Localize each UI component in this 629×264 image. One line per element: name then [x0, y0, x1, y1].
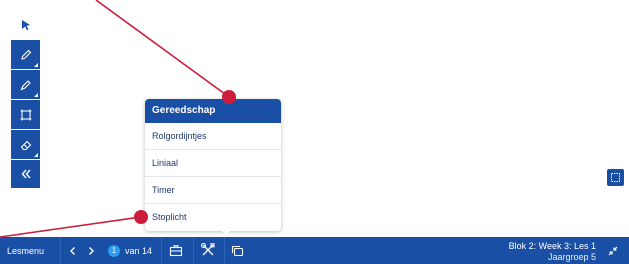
crop-tool-button[interactable] [11, 100, 40, 129]
windows-button[interactable] [230, 243, 245, 258]
windows-icon [231, 245, 244, 256]
eraser-icon [20, 140, 31, 150]
page-total: van 14 [125, 246, 153, 256]
pencil-icon [20, 49, 31, 60]
toolbox-icon [169, 244, 183, 256]
chevron-left-icon [70, 246, 75, 255]
chevron-right-icon [89, 246, 94, 255]
marker-tool-button[interactable] [11, 70, 40, 99]
toolbox-button[interactable] [168, 242, 184, 258]
group-label: Jaargroep 5 [547, 252, 596, 262]
menu-item-rolgordijntjes[interactable]: Rolgordijntjes [145, 123, 281, 150]
popup-pointer [220, 229, 232, 235]
next-page-button[interactable] [85, 244, 97, 257]
crop-frame-icon [20, 109, 31, 120]
collapse-arrows-icon [608, 246, 618, 256]
frame-select-icon [611, 173, 620, 182]
current-page-badge[interactable]: 1 [108, 245, 120, 257]
drawing-toolbar [11, 10, 40, 188]
tools-popup: Gereedschap Rolgordijntjes Liniaal Timer… [145, 99, 281, 231]
annotation-line-bottom [0, 216, 142, 238]
wrench-screwdriver-icon [200, 242, 215, 256]
collapse-toolbar-button[interactable] [11, 160, 40, 188]
double-chevron-left-icon [21, 169, 31, 179]
annotation-overlay [0, 0, 236, 238]
frame-button[interactable] [607, 169, 624, 186]
popup-title: Gereedschap [145, 99, 281, 123]
menu-item-timer[interactable]: Timer [145, 177, 281, 204]
collapse-button[interactable] [606, 244, 620, 258]
marker-icon [19, 79, 31, 91]
tools-button[interactable] [199, 241, 217, 259]
annotation-line-top [95, 0, 230, 98]
menu-item-stoplicht[interactable]: Stoplicht [145, 204, 281, 230]
previous-page-button[interactable] [67, 244, 79, 257]
eraser-tool-button[interactable] [11, 130, 40, 159]
pencil-tool-button[interactable] [11, 40, 40, 69]
lesson-title: Blok 2: Week 3: Les 1 [508, 241, 596, 251]
select-tool-button[interactable] [11, 10, 40, 39]
cursor-arrow-icon [21, 19, 30, 30]
lesmenu-button[interactable]: Lesmenu [7, 246, 44, 256]
bottom-bar: Lesmenu 1 van 14 Blok 2: Week 3: Les 1 J… [0, 237, 629, 264]
menu-item-liniaal[interactable]: Liniaal [145, 150, 281, 177]
